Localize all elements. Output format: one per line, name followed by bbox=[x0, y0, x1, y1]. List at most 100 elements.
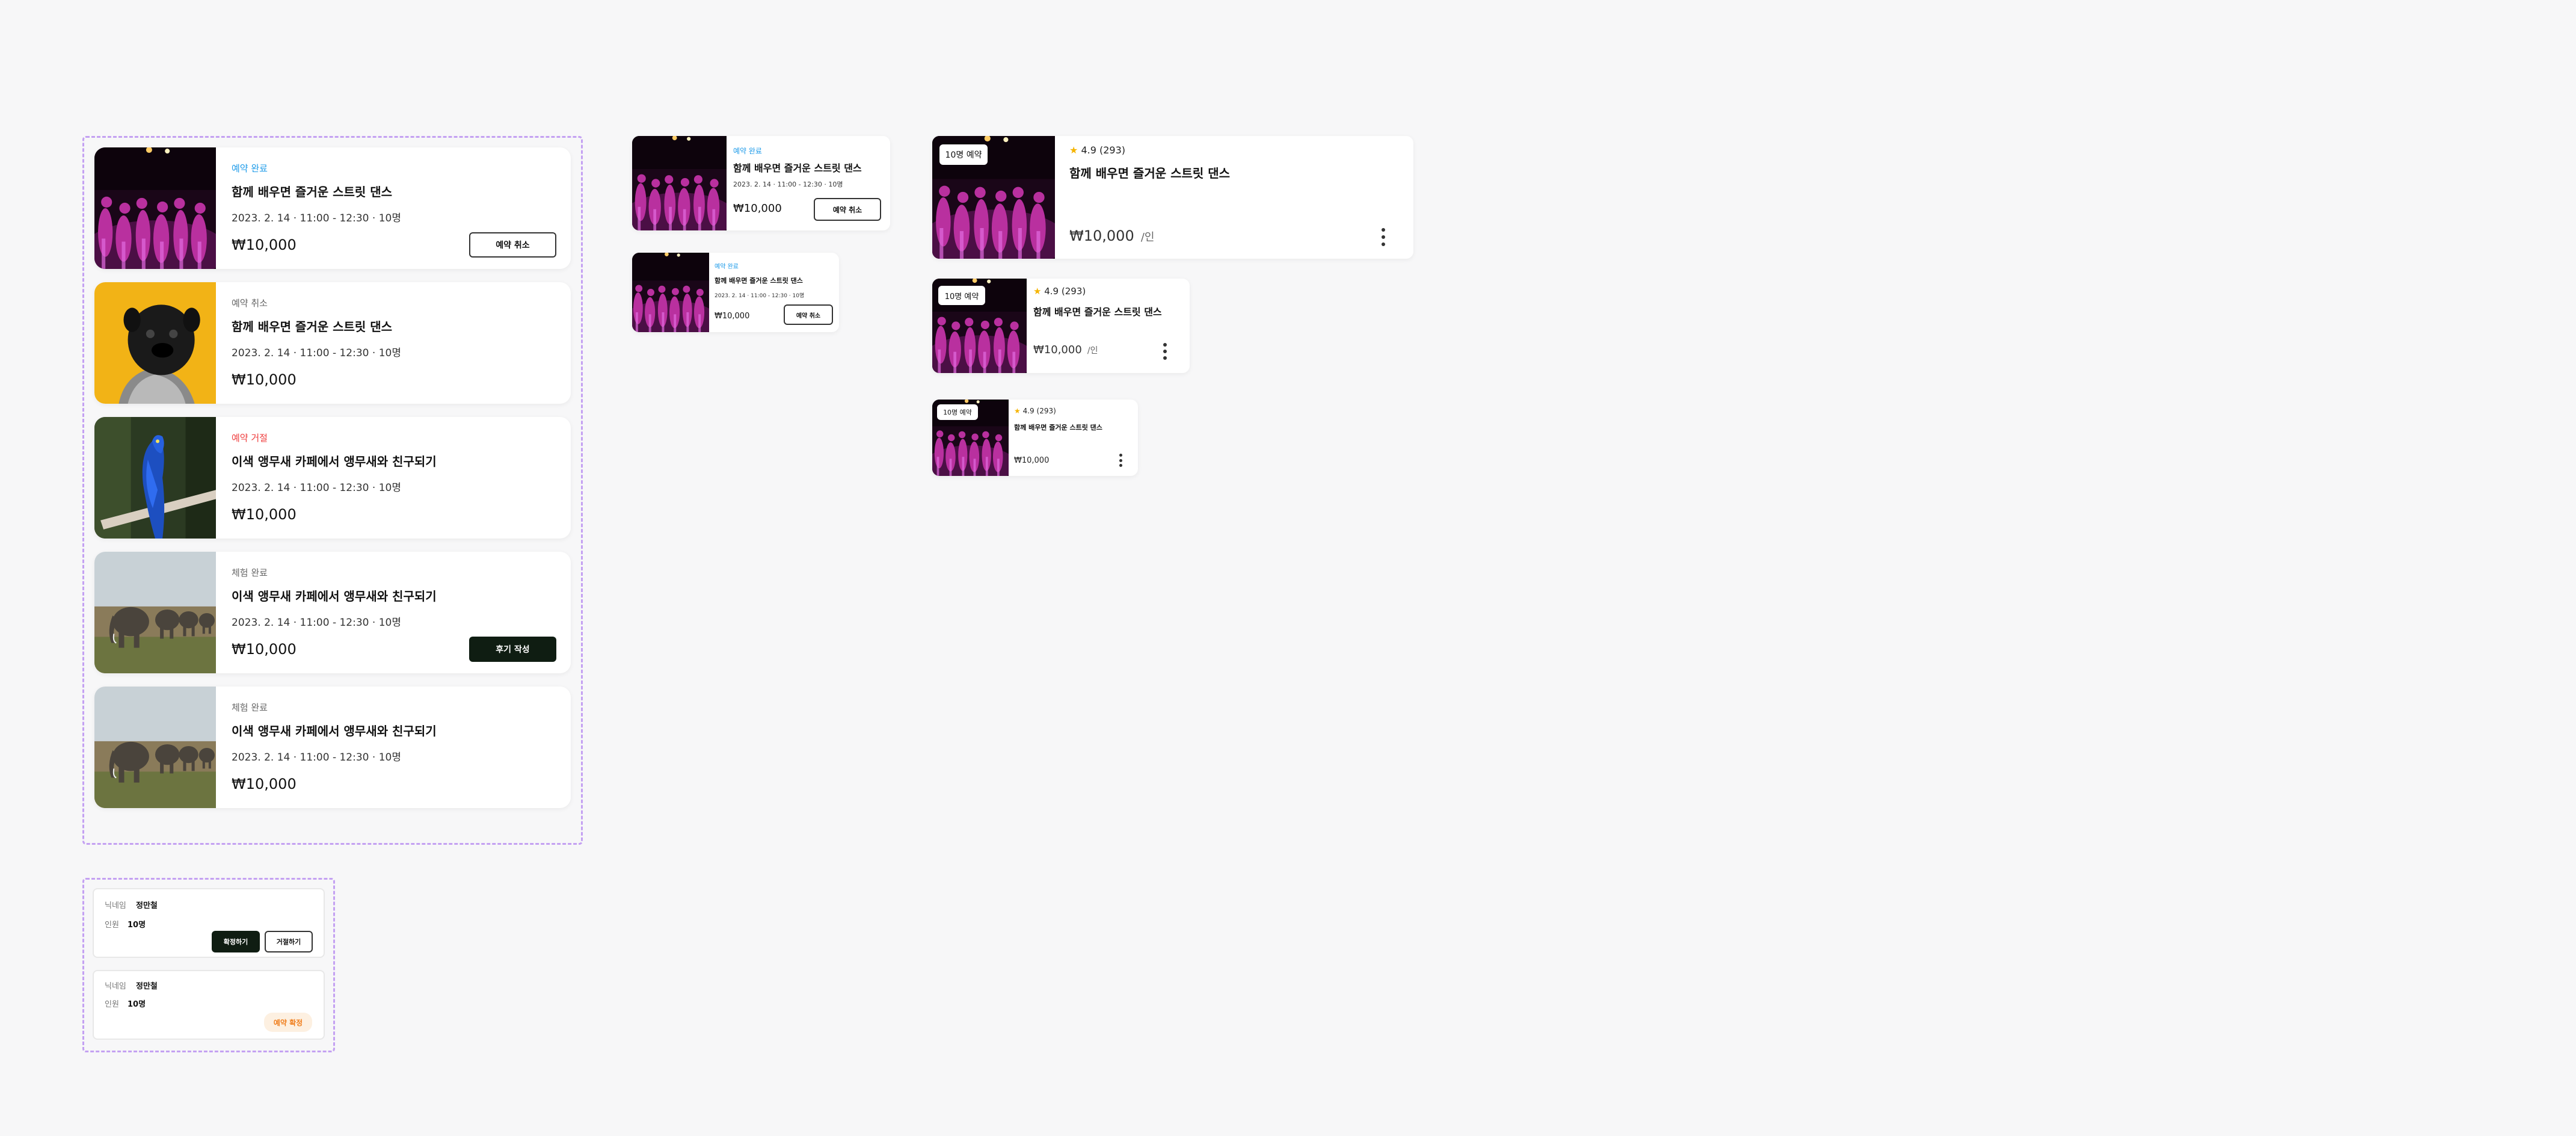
more-options-icon[interactable] bbox=[1163, 343, 1167, 360]
activity-card-small[interactable]: 10명 예약 ★ 4.9 (293) 함께 배우면 즐거운 스트릿 댄스 ₩10… bbox=[932, 400, 1138, 476]
activity-title: 함께 배우면 즐거운 스트릿 댄스 bbox=[1069, 166, 1231, 181]
star-icon: ★ bbox=[1014, 407, 1021, 415]
date: 2023. 2. 14 bbox=[232, 212, 290, 224]
parrot-image bbox=[94, 417, 216, 539]
status-label: 예약 완료 bbox=[232, 163, 268, 174]
review-count: (293) bbox=[1061, 286, 1086, 297]
participant-card: 닉네임 정만철 인원 10명 예약 확정 bbox=[93, 970, 325, 1040]
date: 2023. 2. 14 bbox=[232, 752, 290, 764]
reservation-card[interactable]: 체험 완료 이색 앵무새 카페에서 앵무새와 친구되기 2023. 2. 14 … bbox=[94, 687, 571, 808]
people-count: 10명 bbox=[378, 752, 401, 764]
activity-title: 함께 배우면 즐거운 스트릿 댄스 bbox=[1033, 306, 1162, 318]
pug-image bbox=[94, 282, 216, 404]
cancel-reservation-button[interactable]: 예약 취소 bbox=[814, 198, 881, 221]
elephant-image bbox=[94, 552, 216, 673]
price-unit: /인 bbox=[1140, 231, 1155, 244]
status-label: 예약 거절 bbox=[232, 433, 268, 443]
reservation-meta: 2023. 2. 14 · 11:00 - 12:30 · 10명 bbox=[733, 181, 843, 188]
rating: ★ 4.9 (293) bbox=[1033, 286, 1086, 297]
confirm-button[interactable]: 확정하기 bbox=[212, 931, 260, 952]
reservation-meta: 2023. 2. 14 · 11:00 - 12:30 · 10명 bbox=[715, 293, 805, 299]
star-icon: ★ bbox=[1069, 144, 1078, 156]
time: 11:00 - 12:30 bbox=[300, 617, 369, 629]
reservation-count-badge: 10명 예약 bbox=[937, 404, 978, 420]
people-count: 10명 bbox=[378, 347, 401, 359]
activity-card-medium[interactable]: 10명 예약 ★ 4.9 (293) 함께 배우면 즐거운 스트릿 댄스 ₩10… bbox=[932, 279, 1190, 373]
time: 11:00 - 12:30 bbox=[300, 482, 369, 494]
reservation-meta: 2023. 2. 14 · 11:00 - 12:30 · 10명 bbox=[232, 347, 401, 359]
time: 11:00 - 12:30 bbox=[300, 347, 369, 359]
activity-card-large[interactable]: 10명 예약 ★ 4.9 (293) 함께 배우면 즐거운 스트릿 댄스 ₩10… bbox=[932, 136, 1413, 259]
review-count: (293) bbox=[1099, 144, 1126, 156]
activity-title: 함께 배우면 즐거운 스트릿 댄스 bbox=[715, 277, 803, 285]
people-label: 인원 bbox=[105, 921, 119, 930]
reservation-meta: 2023. 2. 14 · 11:00 - 12:30 · 10명 bbox=[232, 482, 401, 494]
price: ₩10,000 bbox=[232, 641, 297, 658]
rating: ★ 4.9 (293) bbox=[1014, 407, 1056, 415]
activity-title: 이색 앵무새 카페에서 앵무새와 친구되기 bbox=[232, 724, 437, 738]
date: 2023. 2. 14 bbox=[232, 617, 290, 629]
write-review-button[interactable]: 후기 작성 bbox=[469, 637, 556, 662]
price-row: ₩10,000 /인 bbox=[1033, 344, 1098, 356]
elephant-image bbox=[94, 687, 216, 808]
activity-title: 함께 배우면 즐거운 스트릿 댄스 bbox=[733, 162, 862, 174]
status-label: 예약 완료 bbox=[733, 147, 762, 155]
nickname: 정만철 bbox=[136, 982, 158, 991]
reservation-count-badge: 10명 예약 bbox=[939, 144, 988, 165]
activity-title: 이색 앵무새 카페에서 앵무새와 친구되기 bbox=[232, 454, 437, 469]
rating-value: 4.9 bbox=[1044, 286, 1059, 297]
reservation-card[interactable]: 예약 완료 함께 배우면 즐거운 스트릿 댄스 2023. 2. 14 · 11… bbox=[94, 147, 571, 269]
dance-image bbox=[632, 136, 727, 230]
star-icon: ★ bbox=[1033, 286, 1042, 297]
reservation-card-small[interactable]: 예약 완료 함께 배우면 즐거운 스트릿 댄스 2023. 2. 14 · 11… bbox=[632, 253, 839, 332]
status-label: 체험 완료 bbox=[232, 702, 268, 713]
price: ₩10,000 bbox=[1069, 227, 1134, 244]
price: ₩10,000 bbox=[232, 506, 297, 523]
reservation-meta: 2023. 2. 14 · 11:00 - 12:30 · 10명 bbox=[232, 617, 401, 629]
date: 2023. 2. 14 bbox=[232, 482, 290, 494]
reject-button[interactable]: 거절하기 bbox=[265, 931, 313, 952]
rating-value: 4.9 bbox=[1022, 407, 1034, 415]
people-count: 10명 bbox=[128, 921, 146, 930]
nickname-label: 닉네임 bbox=[105, 982, 126, 991]
cancel-reservation-button[interactable]: 예약 취소 bbox=[469, 232, 556, 258]
people-count: 10명 bbox=[128, 1000, 146, 1009]
review-count: (293) bbox=[1036, 407, 1056, 415]
price: ₩10,000 bbox=[1033, 344, 1082, 356]
date: 2023. 2. 14 bbox=[232, 347, 290, 359]
reservation-meta: 2023. 2. 14 · 11:00 - 12:30 · 10명 bbox=[232, 752, 401, 764]
price: ₩10,000 bbox=[232, 776, 297, 792]
status-label: 체험 완료 bbox=[232, 567, 268, 578]
price: ₩10,000 bbox=[733, 202, 782, 215]
people-count: 10명 bbox=[378, 482, 401, 494]
confirmed-status-badge: 예약 확정 bbox=[264, 1013, 312, 1032]
dance-image bbox=[632, 253, 709, 332]
more-options-icon[interactable] bbox=[1381, 228, 1386, 246]
activity-title: 함께 배우면 즐거운 스트릿 댄스 bbox=[1014, 424, 1102, 431]
reservation-meta: 2023. 2. 14 · 11:00 - 12:30 · 10명 bbox=[232, 212, 401, 224]
price: ₩10,000 bbox=[232, 371, 297, 388]
more-options-icon[interactable] bbox=[1119, 454, 1122, 467]
dance-image bbox=[94, 147, 216, 269]
activity-title: 이색 앵무새 카페에서 앵무새와 친구되기 bbox=[232, 589, 437, 604]
cancel-reservation-button[interactable]: 예약 취소 bbox=[784, 304, 833, 325]
people-count: 10명 bbox=[378, 212, 401, 224]
reservation-card[interactable]: 예약 거절 이색 앵무새 카페에서 앵무새와 친구되기 2023. 2. 14 … bbox=[94, 417, 571, 539]
nickname: 정만철 bbox=[136, 901, 158, 910]
price-row: ₩10,000 /인 bbox=[1069, 227, 1154, 244]
price: ₩10,000 bbox=[1014, 456, 1050, 465]
price-unit: /인 bbox=[1087, 346, 1098, 356]
reservation-card[interactable]: 예약 취소 함께 배우면 즐거운 스트릿 댄스 2023. 2. 14 · 11… bbox=[94, 282, 571, 404]
nickname-label: 닉네임 bbox=[105, 901, 126, 910]
price: ₩10,000 bbox=[715, 312, 750, 321]
status-label: 예약 완료 bbox=[715, 264, 739, 270]
rating: ★ 4.9 (293) bbox=[1069, 144, 1125, 156]
status-label: 예약 취소 bbox=[232, 298, 268, 309]
people-label: 인원 bbox=[105, 1000, 119, 1009]
rating-value: 4.9 bbox=[1081, 144, 1096, 156]
time: 11:00 - 12:30 bbox=[300, 212, 369, 224]
reservation-count-badge: 10명 예약 bbox=[938, 286, 985, 305]
reservation-card-medium[interactable]: 예약 완료 함께 배우면 즐거운 스트릿 댄스 2023. 2. 14 · 11… bbox=[632, 136, 890, 230]
reservation-card[interactable]: 체험 완료 이색 앵무새 카페에서 앵무새와 친구되기 2023. 2. 14 … bbox=[94, 552, 571, 673]
people-count: 10명 bbox=[378, 617, 401, 629]
